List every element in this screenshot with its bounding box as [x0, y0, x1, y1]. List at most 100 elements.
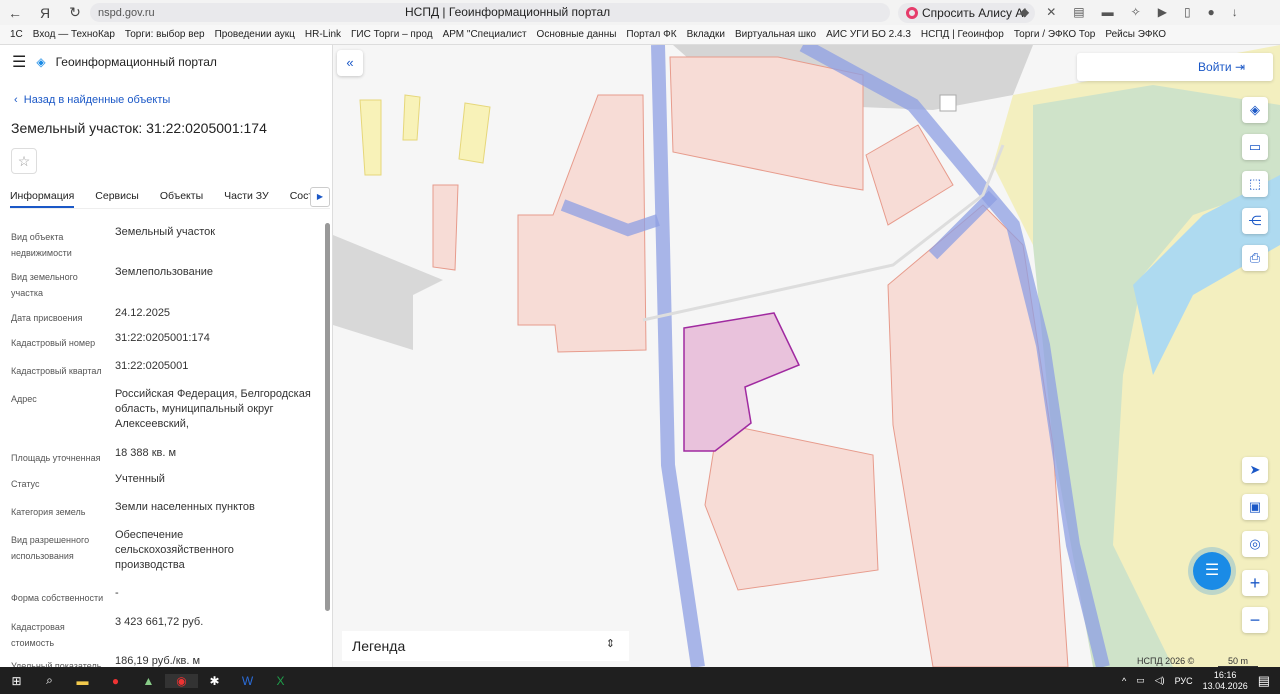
ruler-icon[interactable]: ▭	[1242, 134, 1268, 160]
volume-icon[interactable]: ◁)	[1155, 675, 1165, 686]
puzzle-icon[interactable]: ✧	[1131, 5, 1141, 19]
file-explorer-icon[interactable]: ▬	[66, 674, 99, 688]
bookmark[interactable]: АИС УГИ БО 2.4.3	[826, 29, 911, 40]
field-value: Учтенный	[115, 473, 165, 485]
app-icon[interactable]: ▲	[132, 674, 165, 688]
menu-icon[interactable]: ☰	[12, 52, 26, 72]
field-value: 186,19 руб./кв. м	[115, 655, 201, 667]
bookmark-folder[interactable]: Вкладки	[687, 29, 725, 40]
field-label: Площадь уточненная	[11, 453, 101, 463]
bookmark[interactable]: Торги: выбор вер	[125, 29, 205, 40]
chat-button[interactable]: ☰	[1193, 552, 1231, 590]
share-icon[interactable]: ⋲	[1242, 208, 1268, 234]
bookmark[interactable]: ГИС Торги – прод	[351, 29, 433, 40]
layers-icon[interactable]: ◈	[1242, 97, 1268, 123]
zoom-in-button[interactable]: +	[1242, 570, 1268, 596]
parcel	[432, 184, 459, 271]
field-value: -	[115, 587, 119, 599]
tab-parts[interactable]: Части ЗУ	[224, 185, 269, 208]
login-button[interactable]: Войти ⇥	[1077, 53, 1273, 81]
copyright: НСПД 2026 ©	[1137, 656, 1195, 666]
logo-icon: ◈	[36, 55, 46, 69]
yandex-app-icon[interactable]: ●	[99, 674, 132, 688]
parcel	[402, 94, 421, 141]
map-canvas[interactable]: « Войти ⇥ ◈ ▭ ⬚ ⋲ ⎙ ➤ ▣ ◎ + − ☰ Легенда ⇕…	[333, 45, 1280, 667]
field-label: Категория земель	[11, 507, 86, 517]
select-area-icon[interactable]: ⬚	[1242, 171, 1268, 197]
excel-icon[interactable]: X	[264, 674, 297, 688]
bookmark[interactable]: Торги / ЭФКО Тор	[1014, 29, 1096, 40]
reload-icon[interactable]: ↻	[60, 4, 90, 21]
app-icon[interactable]: ✱	[198, 674, 231, 688]
sidebar-icon[interactable]: ▯	[1184, 5, 1191, 19]
alice-label: Спросить Алису AI	[922, 6, 1027, 20]
tabs-next-button[interactable]: ▶	[310, 187, 330, 207]
legend-label: Легенда	[352, 638, 406, 654]
word-icon[interactable]: W	[231, 674, 264, 688]
locate-icon[interactable]: ➤	[1242, 457, 1268, 483]
tab-objects[interactable]: Объекты	[160, 185, 203, 208]
bookmark[interactable]: Вход — ТехноКар	[33, 29, 115, 40]
bookmark[interactable]: 1С	[10, 29, 23, 40]
terrain-area	[333, 235, 443, 350]
minimap-icon[interactable]: ▣	[1242, 494, 1268, 520]
language-indicator[interactable]: РУС	[1175, 676, 1193, 686]
field-value: 24.12.2025	[115, 307, 171, 319]
field-value: Обеспечение сельскохозяйственного произв…	[115, 529, 234, 571]
object-title: Земельный участок: 31:22:0205001:174	[11, 120, 267, 136]
extension-icon[interactable]: ◆	[1020, 5, 1029, 19]
bookmark[interactable]: Основные данны	[537, 29, 617, 40]
geolocation-icon[interactable]: ◎	[1242, 531, 1268, 557]
url-text: nspd.gov.ru	[98, 6, 155, 19]
bookmarks-bar: 1С Вход — ТехноКар Торги: выбор вер Пров…	[0, 25, 1280, 45]
expand-icon[interactable]: ⇕	[606, 637, 615, 650]
tab-title: НСПД | Геоинформационный портал	[405, 5, 611, 19]
profile-icon[interactable]: ●	[1208, 5, 1215, 19]
network-icon[interactable]: ▭	[1136, 675, 1145, 686]
bookmark[interactable]: HR-Link	[305, 29, 341, 40]
field-label: Кадастровая стоимость	[11, 622, 65, 648]
field-label: Адрес	[11, 394, 37, 404]
media-icon[interactable]: ▶	[1158, 5, 1167, 19]
field-value: 3 423 661,72 руб.	[115, 616, 204, 628]
alice-button[interactable]: Спросить Алису AI	[898, 3, 1035, 23]
back-icon[interactable]: ←	[0, 5, 30, 21]
bookmark[interactable]: АРМ "Специалист	[443, 29, 527, 40]
notifications-icon[interactable]: ▤	[1258, 673, 1270, 689]
tray-chevron-icon[interactable]: ^	[1122, 676, 1126, 686]
zoom-out-button[interactable]: −	[1242, 607, 1268, 633]
yandex-browser-icon[interactable]: ◉	[165, 673, 198, 688]
field-label: Вид разрешенного использования	[11, 535, 90, 561]
field-label: Статус	[11, 479, 40, 489]
field-label: Кадастровый квартал	[11, 366, 102, 376]
yandex-icon[interactable]: Я	[30, 5, 60, 21]
bookmark[interactable]: Рейсы ЭФКО	[1105, 29, 1166, 40]
system-tray: ^ ▭ ◁) РУС 16:16 13.04.2026 ▤	[1122, 667, 1270, 694]
parcel	[359, 99, 382, 176]
bookmark[interactable]: Портал ФК	[626, 29, 676, 40]
search-icon[interactable]: ⌕	[33, 673, 66, 688]
print-icon[interactable]: ⎙	[1242, 245, 1268, 271]
field-value: Земельный участок	[115, 226, 216, 238]
extension-icon[interactable]: ▤	[1073, 5, 1084, 19]
windows-start-icon[interactable]: ⊞	[0, 674, 33, 688]
legend-panel[interactable]: Легенда ⇕	[342, 631, 629, 661]
parcel	[669, 56, 864, 191]
tab-info[interactable]: Информация	[10, 185, 75, 208]
extension-icon[interactable]: ✕	[1046, 5, 1056, 19]
download-icon[interactable]: ↓	[1232, 5, 1238, 19]
field-value: Землепользование	[115, 266, 214, 278]
collapse-panel-button[interactable]: «	[337, 50, 363, 76]
field-label: Кадастровый номер	[11, 338, 96, 348]
extension-icon[interactable]: ▬	[1102, 5, 1114, 19]
back-to-results-link[interactable]: ‹ Назад в найденные объекты	[14, 94, 170, 106]
field-value: Российская Федерация, Белгородская облас…	[115, 388, 311, 430]
parcel	[704, 422, 879, 591]
scrollbar[interactable]	[325, 223, 330, 611]
bookmark[interactable]: Проведении аукц	[215, 29, 295, 40]
bookmark[interactable]: НСПД | Геоинфор	[921, 29, 1004, 40]
tab-services[interactable]: Сервисы	[95, 185, 139, 208]
bookmark[interactable]: Виртуальная шко	[735, 29, 816, 40]
favorite-star-icon[interactable]: ☆	[11, 148, 37, 174]
clock[interactable]: 16:16 13.04.2026	[1203, 670, 1248, 692]
